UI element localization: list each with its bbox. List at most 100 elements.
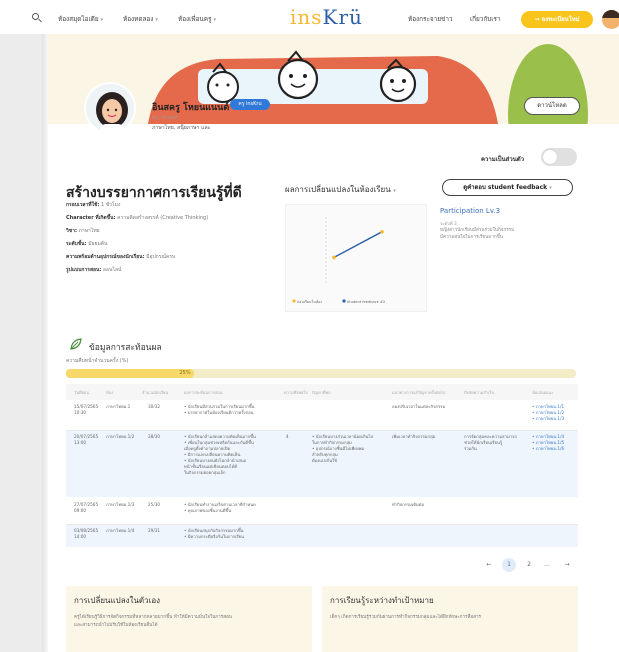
info-value: 1 ชั่วโมง — [101, 202, 121, 208]
page-1-button[interactable]: 1 — [502, 558, 516, 572]
nav-teacher-room[interactable]: ห้องเพื่อนครู ▾ — [178, 14, 216, 24]
info-value: มีอุปกรณ์ครบ — [146, 254, 176, 260]
logo-kru: Krü — [322, 5, 363, 29]
nav-lab-label: ห้องทดลอง — [123, 15, 154, 23]
profile-role: ครู / ติวเตอร์ — [152, 116, 178, 121]
row-factor: ร่วมกัน — [464, 446, 477, 451]
privacy-label: ความเป็นส่วนตัว — [481, 156, 525, 163]
table-header-cell: แนวทางการแก้ปัญหาครั้งต่อไป — [392, 390, 446, 395]
prev-page-button[interactable]: ← — [482, 558, 496, 572]
row-reflect: ในกิจกรรมย่อยกลุ่มเล็ก — [184, 470, 226, 475]
nav-teacher-room-label: ห้องเพื่อนครู — [178, 15, 212, 23]
student-feedback-button[interactable]: ดูคำตอบ student feedback ▾ — [442, 179, 573, 196]
student-feedback-label: ดูคำตอบ student feedback — [463, 184, 548, 191]
classroom-change-dropdown[interactable]: ผลการเปลี่ยนแปลงในห้องเรียน ▾ — [285, 183, 396, 196]
info-row-character: Character ที่เกิดขึ้น: ความคิดสร้างสรรค์… — [66, 214, 208, 222]
nav-news[interactable]: ห้องกระจายข่าว — [408, 14, 453, 24]
eval-section-title: ข้อมูลการสะท้อนผล — [89, 343, 162, 353]
row-students: 30/32 — [148, 404, 161, 409]
row-solution: ลองปรับเวลาในแต่ละกิจกรรม — [392, 404, 446, 409]
pagination-ellipsis: ... — [544, 561, 550, 568]
info-row-subject: วิชา: ภาษาไทย — [66, 227, 100, 235]
row-reflect: • มีความกระตือรือร้นในการเรียน — [184, 534, 245, 539]
participation-desc: มีความสนใจในการเรียนมากขึ้น — [440, 235, 503, 240]
info-key: ความพร้อมด้านอุปกรณ์ของนักเรียน: — [66, 254, 145, 260]
chart-point — [332, 255, 336, 260]
next-page-button[interactable]: → — [560, 558, 574, 572]
search-icon[interactable] — [32, 13, 42, 23]
nav-idea-library[interactable]: ห้องสมุดไอเดีย ▾ — [58, 14, 103, 24]
row-room: ภาษาไทยม.1/4 — [106, 528, 135, 533]
chevron-down-icon: ▾ — [155, 17, 158, 23]
row-students: 28/30 — [148, 434, 161, 439]
chevron-down-icon: ▾ — [393, 188, 396, 194]
chevron-down-icon: ▾ — [549, 185, 552, 191]
row-room: ภาษาไทยม.1/2 — [106, 434, 135, 439]
row-solution: เพิ่มเวลาทำกิจกรรมกลุ่ม — [392, 434, 436, 439]
self-change-title: การเปลี่ยนแปลงในตัวเอง — [74, 596, 161, 605]
nav-about[interactable]: เกี่ยวกับเรา — [470, 14, 501, 24]
table-header-cell: ข้อเสนอแนะ — [532, 390, 554, 395]
table-header-cell: ผลการสะท้อนการสอน — [184, 390, 223, 395]
learning-goal-text: เด็กๆ เกิดการเรียนรู้ร่วมกันผ่านการทำกิจ… — [330, 615, 482, 620]
info-key: รูปแบบการสอน: — [66, 267, 102, 273]
table-row-selected[interactable]: 20/07/2565 13:00 ภาษาไทยม.1/2 28/30 • นั… — [66, 431, 578, 497]
row-suggest[interactable]: • ภาษาไทยม.1/6 — [532, 446, 564, 452]
legend-label: Student feedback #2 — [347, 300, 385, 304]
legend-marker — [342, 299, 346, 303]
info-row-grade: ระดับชั้น: มัธยมต้น — [66, 240, 107, 248]
self-change-card: การเปลี่ยนแปลงในตัวเอง ครูได้เรียนรู้วิธ… — [66, 586, 312, 652]
profile-name: อินสครู โหยนแนนต์ — [152, 103, 230, 113]
profile-school: ภาษาไทย, สนุ๊ยภาษา และ — [152, 125, 211, 131]
table-row[interactable]: 27/07/2565 09:00 ภาษาไทยม.1/3 25/30 • นั… — [66, 500, 578, 522]
info-row-format: รูปแบบการสอน: ออนไลน์ — [66, 266, 121, 274]
progress-label: ความคืบหน้าจำนวนครั้ง (%) — [66, 358, 129, 364]
user-avatar-icon[interactable] — [602, 10, 619, 29]
inskru-logo[interactable]: insKrü — [290, 5, 363, 29]
participation-sub: ระดับที่ 3 — [440, 221, 457, 226]
table-header-cell: จำนวนนักเรียน — [142, 390, 169, 395]
row-students: 29/31 — [148, 528, 161, 533]
info-key: ระดับชั้น: — [66, 241, 87, 247]
progress-fill — [66, 369, 194, 378]
info-row-equipment: ความพร้อมด้านอุปกรณ์ของนักเรียน: มีอุปกร… — [66, 253, 175, 261]
chevron-down-icon: ▾ — [213, 17, 216, 23]
nav-idea-library-label: ห้องสมุดไอเดีย — [58, 15, 99, 23]
row-students: 25/30 — [148, 502, 161, 507]
leaf-icon — [70, 338, 82, 350]
row-suggest[interactable]: • ภาษาไทยม.1/3 — [532, 416, 564, 422]
info-key: Character ที่เกิดขึ้น: — [66, 215, 116, 221]
info-value: ความคิดสร้างสรรค์ (Creative Thinking) — [117, 215, 209, 221]
progress-bar: 25% — [66, 369, 576, 378]
table-header: วันที่สอน ห้อง จำนวนนักเรียน ผลการสะท้อน… — [66, 384, 578, 400]
row-time: 09:00 — [74, 508, 87, 513]
nav-lab[interactable]: ห้องทดลอง ▾ — [123, 14, 158, 24]
register-button[interactable]: → ลงทะเบียนใหม่ — [521, 11, 593, 28]
participation-desc: หญิงสาวนักเรียนมีส่วนร่วมในกิจกรรม — [440, 228, 515, 233]
row-reflect: • บรรยากาศในห้องเรียนดีกว่าครั้งก่อน — [184, 410, 254, 415]
chevron-down-icon: ▾ — [100, 17, 104, 23]
learning-goal-title: การเรียนรู้ระหว่างทำเป้าหมาย — [330, 596, 434, 605]
row-score: 4 — [286, 434, 289, 439]
classroom-change-title: ผลการเปลี่ยนแปลงในห้องเรียน — [285, 185, 391, 194]
page-2-button[interactable]: 2 — [522, 558, 536, 572]
info-value: ภาษาไทย — [78, 228, 100, 234]
info-row-duration: กรอบเวลาที่ใช้: 1 ชั่วโมง — [66, 201, 120, 209]
top-navigation: ห้องสมุดไอเดีย ▾ ห้องทดลอง ▾ ห้องเพื่อนครู… — [0, 0, 619, 34]
row-time: 14:00 — [74, 534, 87, 539]
table-header-cell: ปัญหาที่พบ — [312, 390, 331, 395]
teacher-badge: ครู insKru — [230, 99, 270, 110]
table-row[interactable]: 03/08/2565 14:00 ภาษาไทยม.1/4 29/31 • นั… — [66, 525, 578, 547]
table-header-cell: ปัจจัยความสำเร็จ — [464, 390, 494, 395]
privacy-toggle[interactable] — [541, 148, 577, 166]
table-row[interactable]: 15/07/2565 10:30 ภาษาไทยม.1 30/32 • นักเ… — [66, 402, 578, 428]
download-button[interactable]: ดาวน์โหลด — [524, 97, 580, 115]
table-header-cell: ห้อง — [106, 390, 113, 395]
logo-ins: ins — [290, 5, 323, 29]
row-solution: ทำกิจกรรมเดิมต่อ — [392, 502, 425, 507]
progress-value: 25% — [179, 370, 191, 376]
row-problem: ต้องแบ่งกันใช้ — [312, 458, 337, 463]
row-time: 13:00 — [74, 440, 87, 445]
chart-series-line — [333, 231, 383, 259]
participation-chart: ก่อนเรียนในห้อง Student feedback #2 — [285, 204, 427, 312]
